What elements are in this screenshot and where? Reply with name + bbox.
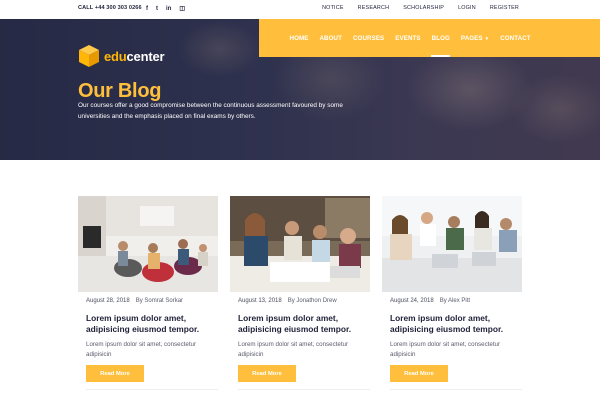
blog-list: August 28, 2018 By Somrat Sorkar Lorem i… — [78, 196, 522, 400]
top-links: NOTICE RESEARCH SCHOLARSHIP LOGIN REGIST… — [322, 5, 519, 11]
top-bar: CALL +44 300 303 0266 f t in ◫ NOTICE RE… — [0, 0, 600, 19]
twitter-icon[interactable]: t — [156, 4, 158, 14]
facebook-icon[interactable]: f — [146, 4, 148, 14]
nav-blog[interactable]: BLOG — [426, 35, 455, 57]
linkedin-icon[interactable]: in — [166, 4, 171, 14]
post-excerpt: Lorem ipsum dolor sit amet, consectetur … — [390, 341, 501, 358]
blog-card: August 24, 2018 By Alex Pitt Lorem ipsum… — [382, 196, 522, 390]
read-more-button[interactable]: Read More — [238, 365, 296, 382]
contact-phone: CALL +44 300 303 0266 — [78, 5, 142, 11]
register-link[interactable]: REGISTER — [490, 5, 519, 11]
blog-card: August 13, 2018 By Jonathon Drew Lorem i… — [230, 196, 370, 390]
nav-courses[interactable]: COURSES — [347, 35, 389, 42]
post-meta: August 13, 2018 By Jonathon Drew — [230, 298, 370, 304]
notice-link[interactable]: NOTICE — [322, 5, 344, 11]
nav-events[interactable]: EVENTS — [390, 35, 426, 42]
blog-card: August 28, 2018 By Somrat Sorkar Lorem i… — [78, 196, 218, 390]
card-divider — [238, 389, 370, 390]
post-author: By Somrat Sorkar — [135, 298, 184, 304]
post-excerpt: Lorem ipsum dolor sit amet, consectetur … — [238, 341, 349, 358]
blog-image[interactable] — [230, 196, 370, 292]
main-nav: HOME ABOUT COURSES EVENTS BLOG PAGES ▼ CO… — [259, 19, 600, 57]
nav-pages[interactable]: PAGES ▼ — [455, 35, 494, 42]
page-description: Our courses offer a good compromise betw… — [78, 102, 343, 120]
hero-banner: educenter HOME ABOUT COURSES EVENTS BLOG… — [0, 19, 600, 160]
post-author: By Jonathon Drew — [287, 298, 337, 304]
page-title: Our Blog — [78, 80, 162, 102]
chevron-down-icon: ▼ — [484, 35, 490, 41]
post-excerpt: Lorem ipsum dolor sit amet, consectetur … — [86, 341, 197, 358]
blog-photo-classroom — [230, 196, 370, 292]
instagram-icon[interactable]: ◫ — [179, 4, 185, 14]
nav-home[interactable]: HOME — [284, 35, 314, 42]
nav-pages-label: PAGES — [460, 34, 483, 42]
logo-cube-icon — [79, 45, 99, 67]
post-title[interactable]: Lorem ipsum dolor amet, adipisicing eius… — [78, 313, 218, 335]
site-logo[interactable]: educenter — [78, 44, 165, 68]
post-title[interactable]: Lorem ipsum dolor amet, adipisicing eius… — [382, 313, 522, 335]
blog-image[interactable] — [78, 196, 218, 292]
logo-text: educenter — [104, 48, 165, 64]
nav-contact[interactable]: CONTACT — [495, 35, 537, 42]
blog-image[interactable] — [382, 196, 522, 292]
post-date: August 13, 2018 — [238, 298, 282, 304]
card-divider — [86, 389, 218, 390]
card-divider — [390, 389, 522, 390]
research-link[interactable]: RESEARCH — [358, 5, 390, 11]
read-more-button[interactable]: Read More — [390, 365, 448, 382]
post-meta: August 28, 2018 By Somrat Sorkar — [78, 298, 218, 304]
post-title[interactable]: Lorem ipsum dolor amet, adipisicing eius… — [230, 313, 370, 335]
read-more-button[interactable]: Read More — [86, 365, 144, 382]
nav-about[interactable]: ABOUT — [314, 35, 348, 42]
post-date: August 28, 2018 — [86, 298, 130, 304]
blog-photo-living-room — [78, 196, 218, 292]
post-date: August 24, 2018 — [390, 298, 434, 304]
post-author: By Alex Pitt — [439, 298, 471, 304]
social-links: f t in ◫ — [146, 4, 185, 14]
login-link[interactable]: LOGIN — [458, 5, 476, 11]
post-meta: August 24, 2018 By Alex Pitt — [382, 298, 522, 304]
scholarship-link[interactable]: SCHOLARSHIP — [403, 5, 444, 11]
blog-photo-meeting — [382, 196, 522, 292]
